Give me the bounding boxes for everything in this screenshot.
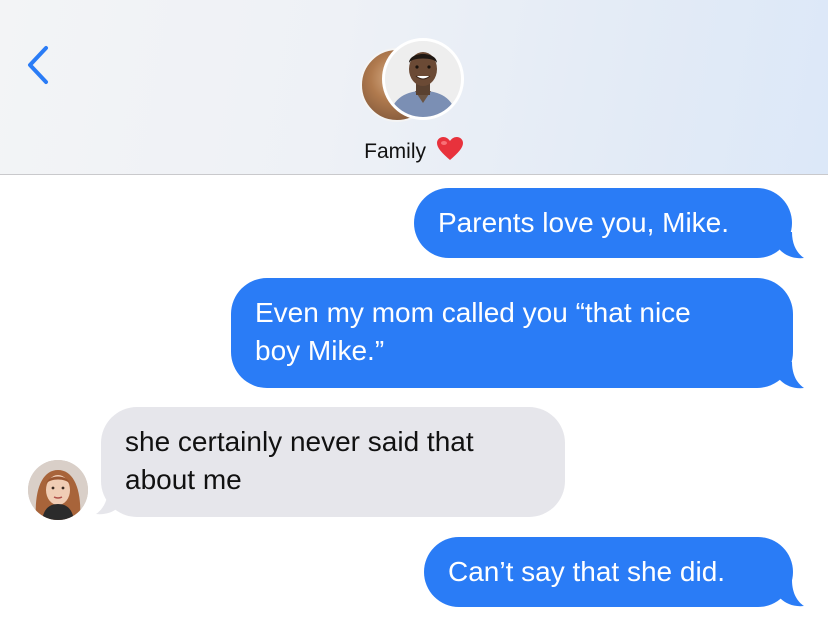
member-avatar-front	[382, 38, 464, 120]
group-avatar[interactable]	[360, 38, 468, 122]
chevron-left-icon	[28, 46, 48, 84]
back-button[interactable]	[20, 40, 60, 90]
message-text-line: about me	[125, 464, 242, 495]
message-bubble-outgoing[interactable]: Can’t say that she did.	[424, 537, 793, 607]
message-text: Can’t say that she did.	[448, 556, 726, 587]
message-text: Parents love you, Mike.	[438, 207, 730, 238]
message-bubble-outgoing[interactable]: Parents love you, Mike.	[414, 188, 792, 258]
conversation-header: Family	[0, 0, 828, 175]
message-text-line: Even my mom called you “that nice	[255, 297, 691, 328]
group-name-label: Family	[364, 140, 426, 163]
message-bubble-outgoing[interactable]: Even my mom called you “that nice boy Mi…	[231, 278, 793, 388]
bubble-tail	[776, 232, 804, 259]
message-text-line: she certainly never said that	[125, 426, 474, 457]
bubble-tail	[776, 580, 804, 607]
message-bubble-incoming[interactable]: she certainly never said that about me	[101, 407, 565, 517]
group-name[interactable]: Family	[0, 136, 828, 168]
contact-avatar[interactable]	[28, 460, 88, 520]
bubble-tail	[776, 362, 804, 389]
message-text-line: boy Mike.”	[255, 335, 385, 366]
red-heart-icon	[436, 136, 464, 168]
